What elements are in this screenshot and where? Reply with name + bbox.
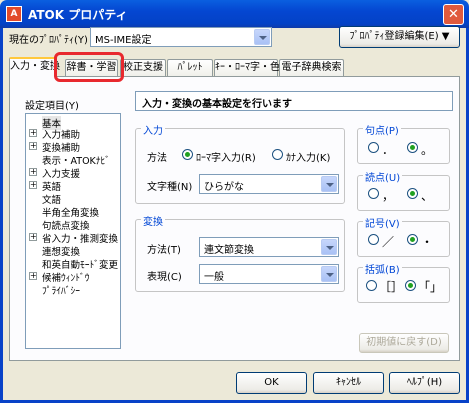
tree-item-input-support[interactable]: 入力支援	[42, 166, 80, 180]
input-method-label: 方法	[147, 153, 167, 164]
symbol-option-1-radio[interactable]	[368, 234, 379, 245]
expand-icon[interactable]: +	[29, 168, 37, 176]
bracket-option-2-radio[interactable]	[405, 280, 416, 291]
expand-icon[interactable]: +	[29, 233, 37, 241]
help-button[interactable]: ﾍﾙﾌﾟ(H)	[389, 372, 460, 394]
kuten-option-2-label: 。	[421, 143, 434, 157]
reset-defaults-button[interactable]: 初期値に戻す(D)	[359, 333, 449, 353]
touten-option-2-radio[interactable]	[407, 188, 418, 199]
symbol-group-title: 記号(V)	[363, 215, 402, 230]
tree-item-association[interactable]: 連想変換	[42, 244, 80, 258]
tree-item-auto-mode[interactable]: 和英自動ﾓｰﾄﾞ変更	[42, 257, 118, 271]
current-property-select[interactable]: MS-IME設定	[90, 27, 272, 47]
tree-item-halfwidth-fullwidth[interactable]: 半角全角変換	[42, 205, 99, 219]
chevron-down-icon[interactable]	[321, 239, 337, 255]
bracket-option-1-label: ［］	[379, 280, 404, 294]
chevron-down-icon[interactable]	[321, 266, 337, 282]
expression-select[interactable]: 一般	[199, 264, 339, 284]
symbol-option-1-label: ／	[382, 235, 395, 249]
tree-item-predictive[interactable]: 省入力・推測変換	[42, 231, 118, 245]
tree-item-privacy[interactable]: ﾌﾟﾗｲﾊﾞｼｰ	[42, 283, 80, 297]
expand-icon[interactable]: +	[29, 181, 37, 189]
window-frame-left	[0, 28, 3, 403]
expression-value: 一般	[204, 272, 224, 283]
tab-e-dictionary-search[interactable]: 電子辞典検索	[279, 59, 344, 76]
title-bar: A ATOK プロパティ ✕	[0, 0, 469, 28]
kuten-option-1-label: ．	[382, 143, 395, 157]
symbol-option-2-label: ・	[421, 235, 434, 249]
tree-item-candidate-window[interactable]: 候補ｳｨﾝﾄﾞｳ	[42, 270, 90, 284]
settings-tree[interactable]: 基本 + 入力補助 + 変換補助 表示・ATOKﾅﾋﾞ + 入力支援 + 英語 …	[25, 113, 121, 349]
settings-label: 設定項目(Y)	[25, 101, 79, 112]
chevron-down-icon[interactable]	[321, 176, 337, 192]
current-property-value: MS-IME設定	[95, 35, 152, 46]
window-title: ATOK プロパティ	[28, 8, 128, 22]
highlight-annotation	[54, 52, 124, 82]
tree-item-punctuation[interactable]: 句読点変換	[42, 218, 90, 232]
bracket-group-title: 括弧(B)	[363, 261, 402, 276]
close-icon[interactable]: ✕	[443, 4, 464, 25]
expand-icon[interactable]: +	[29, 272, 37, 280]
tab-palette[interactable]: ﾊﾟﾚｯﾄ	[167, 59, 213, 76]
touten-option-1-label: ，	[382, 189, 395, 203]
atok-app-icon: A	[6, 6, 22, 22]
tab-input-conversion[interactable]: 入力・変換	[9, 57, 60, 77]
property-edit-button[interactable]: ﾌﾟﾛﾊﾟﾃｨ登録編集(E) ▼	[339, 26, 460, 48]
description-banner: 入力・変換の基本設定を行います	[135, 91, 453, 111]
tab-proofreading[interactable]: 校正支援	[120, 59, 166, 76]
symbol-option-2-radio[interactable]	[407, 234, 418, 245]
touten-option-2-label: 、	[421, 189, 434, 203]
chevron-down-icon[interactable]	[254, 29, 270, 45]
kuten-option-2-radio[interactable]	[407, 142, 418, 153]
bracket-option-2-label: 「」	[418, 280, 443, 294]
touten-group-title: 読点(U)	[363, 169, 403, 184]
ok-button[interactable]: OK	[236, 372, 307, 394]
kana-label: ｶﾅ入力(K)	[286, 153, 331, 164]
tree-item-input-assist[interactable]: 入力補助	[42, 127, 80, 141]
kuten-option-1-radio[interactable]	[368, 142, 379, 153]
romaji-radio[interactable]	[182, 149, 193, 160]
expression-label: 表現(C)	[147, 272, 182, 283]
kuten-group-title: 句点(P)	[363, 122, 401, 137]
char-type-select[interactable]: ひらがな	[199, 174, 339, 194]
bracket-option-1-radio[interactable]	[366, 280, 377, 291]
expand-icon[interactable]: +	[29, 142, 37, 150]
tree-item-conversion-assist[interactable]: 変換補助	[42, 140, 80, 154]
current-property-label: 現在のﾌﾟﾛﾊﾟﾃｨ(Y)	[9, 35, 88, 46]
conversion-method-select[interactable]: 連文節変換	[199, 237, 339, 257]
expand-icon[interactable]: +	[29, 129, 37, 137]
touten-option-1-radio[interactable]	[368, 188, 379, 199]
cancel-button[interactable]: ｷｬﾝｾﾙ	[313, 372, 384, 394]
tab-key-romaji-color[interactable]: ｷｰ・ﾛｰﾏ字・色	[214, 59, 280, 76]
conversion-method-label: 方法(T)	[147, 245, 181, 256]
kana-radio[interactable]	[272, 149, 283, 160]
conversion-group-title: 変換	[141, 213, 165, 228]
tree-item-bungo[interactable]: 文語	[42, 192, 61, 206]
tree-item-english[interactable]: 英語	[42, 179, 61, 193]
romaji-label: ﾛｰﾏ字入力(R)	[196, 153, 256, 164]
tree-item-display-atok-navi[interactable]: 表示・ATOKﾅﾋﾞ	[42, 153, 110, 167]
char-type-label: 文字種(N)	[147, 182, 193, 193]
conversion-method-value: 連文節変換	[204, 245, 254, 256]
char-type-value: ひらがな	[204, 182, 244, 193]
input-group-title: 入力	[141, 122, 165, 137]
